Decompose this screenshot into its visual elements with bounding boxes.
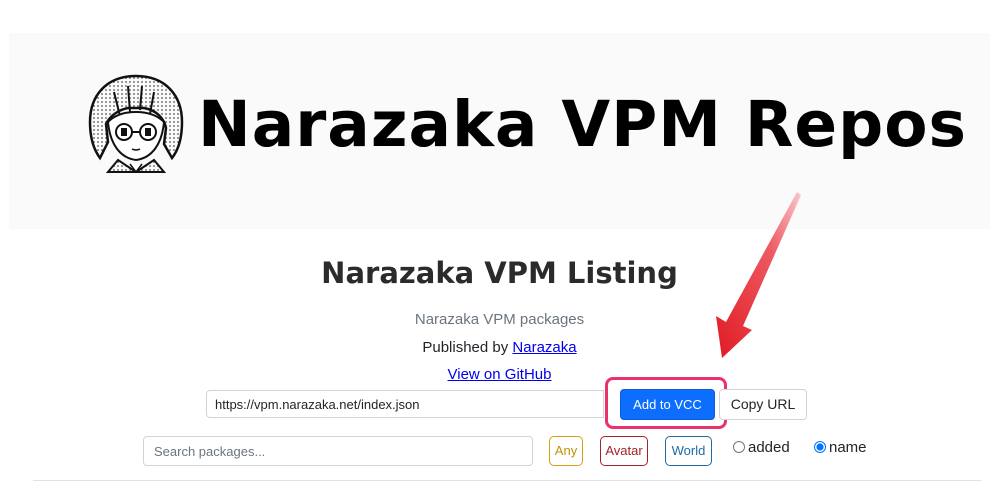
- published-by: Published by Narazaka: [0, 338, 999, 358]
- sort-name-label: name: [829, 439, 867, 456]
- filter-tag-world[interactable]: World: [665, 436, 712, 466]
- divider: [33, 480, 981, 481]
- banner-title: Narazaka VPM Repos: [198, 88, 968, 161]
- filter-tag-avatar[interactable]: Avatar: [600, 436, 648, 466]
- page-subtitle: Narazaka VPM packages: [414, 311, 585, 328]
- repo-url-field[interactable]: [206, 390, 604, 418]
- sort-name-option[interactable]: name: [814, 438, 867, 460]
- sort-added-label: added: [748, 439, 790, 456]
- author-link[interactable]: Narazaka: [512, 339, 576, 356]
- add-to-vcc-button[interactable]: Add to VCC: [620, 389, 715, 420]
- annotation-arrow-icon: [716, 192, 801, 358]
- page-title: Narazaka VPM Listing: [321, 256, 678, 290]
- view-on-github-link[interactable]: View on GitHub: [448, 366, 552, 383]
- sort-name-radio[interactable]: [814, 441, 826, 453]
- published-by-label: Published by: [422, 339, 513, 356]
- copy-url-button[interactable]: Copy URL: [719, 389, 807, 420]
- sort-added-radio[interactable]: [733, 441, 745, 453]
- page: Narazaka VPM Repos Narazaka VPM Listing …: [0, 0, 999, 482]
- anime-character-logo-icon: [88, 74, 184, 174]
- sort-added-option[interactable]: added: [733, 438, 790, 460]
- github-link-row: View on GitHub: [0, 365, 999, 385]
- search-input[interactable]: [143, 436, 533, 466]
- filter-tag-any[interactable]: Any: [549, 436, 583, 466]
